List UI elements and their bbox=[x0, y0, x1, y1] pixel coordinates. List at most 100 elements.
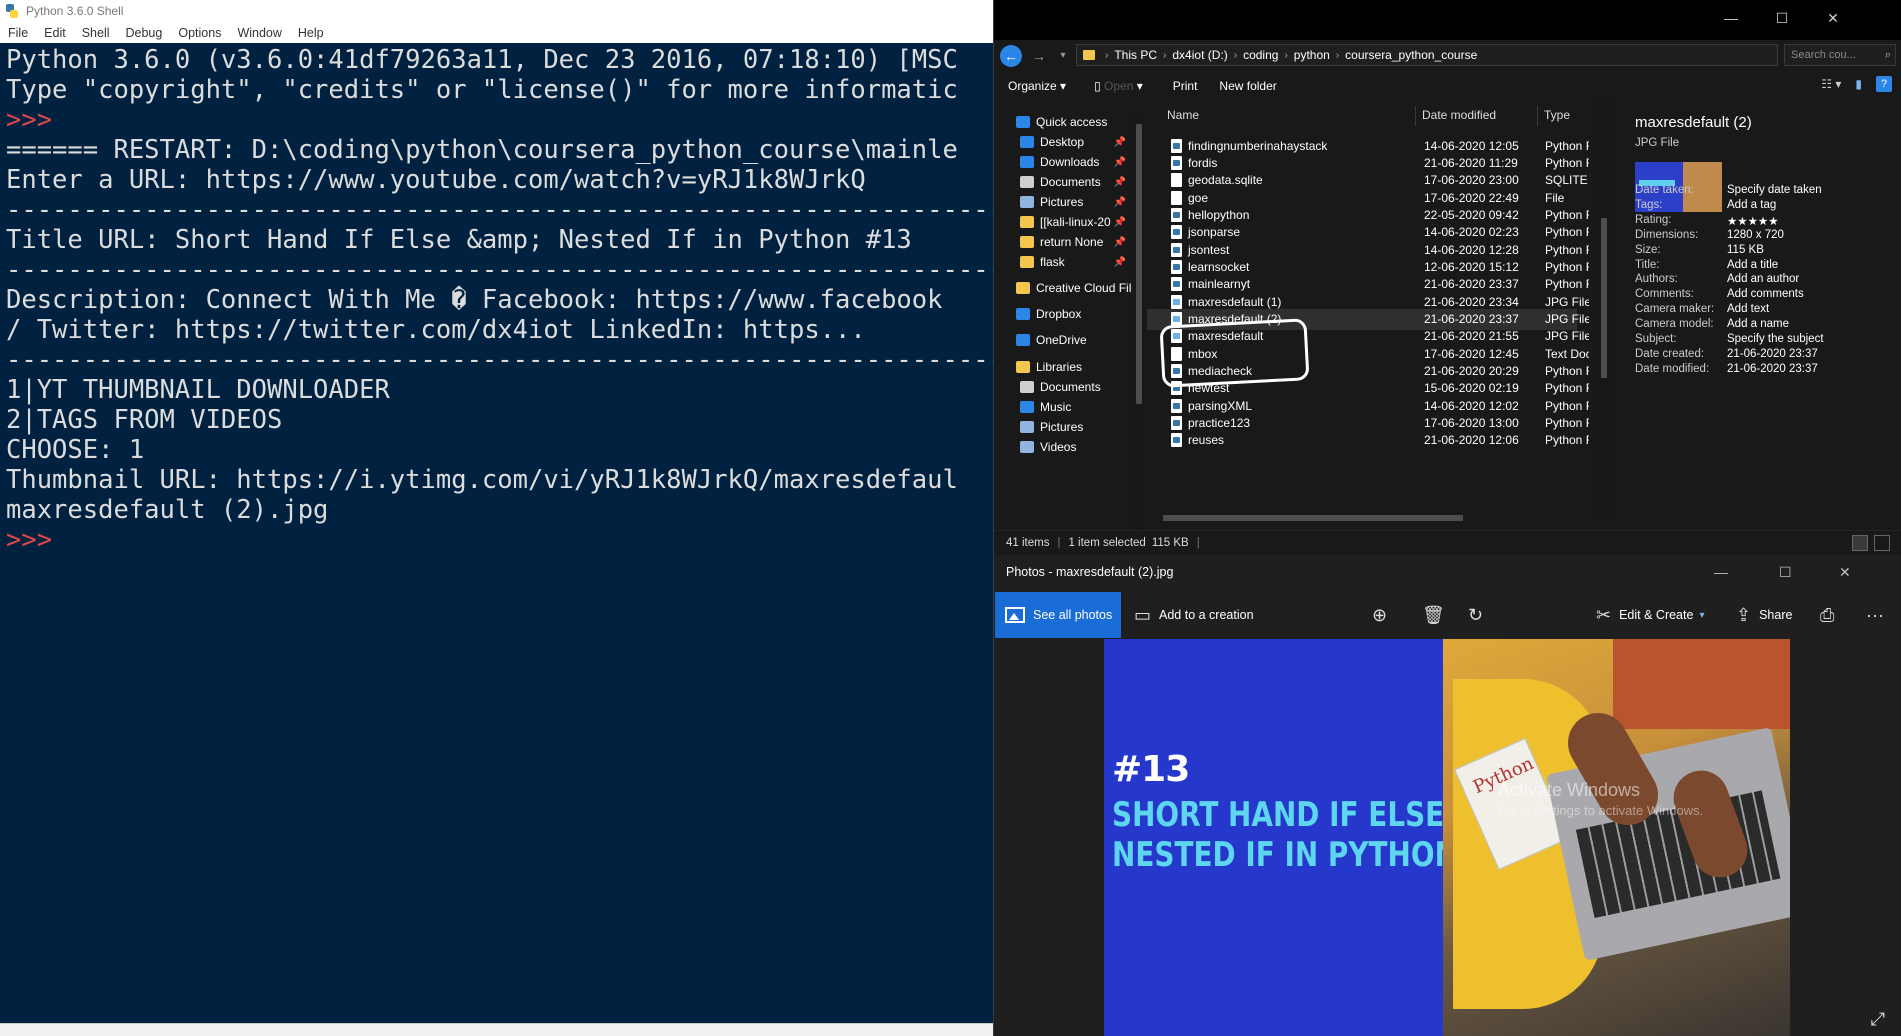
nav-item-creative-cloud-file[interactable]: Creative Cloud File bbox=[994, 278, 1132, 298]
nav-item-quick-access[interactable]: Quick access bbox=[994, 112, 1132, 132]
file-row[interactable]: reuses 21-06-2020 12:06 Python F bbox=[1147, 430, 1589, 451]
documents-icon bbox=[1020, 381, 1034, 393]
view-options-icon[interactable]: ☷ ▾ bbox=[1821, 77, 1841, 91]
property-value[interactable]: 21-06-2020 23:37 bbox=[1727, 348, 1818, 363]
file-list-horizontal-scrollbar[interactable] bbox=[1151, 512, 1591, 524]
help-icon[interactable]: ? bbox=[1876, 76, 1892, 92]
property-value[interactable]: Specify the subject bbox=[1727, 333, 1824, 348]
nav-item-onedrive[interactable]: OneDrive bbox=[994, 330, 1132, 350]
nav-item-label: Documents bbox=[1040, 380, 1101, 394]
nav-item-videos[interactable]: Videos bbox=[994, 437, 1132, 457]
add-to-creation-button[interactable]: ▭ Add to a creation bbox=[1134, 592, 1254, 638]
property-value[interactable]: Add a tag bbox=[1727, 199, 1776, 214]
minimize-button[interactable]: — bbox=[1708, 10, 1754, 30]
file-list-scrollbar[interactable] bbox=[1598, 102, 1610, 520]
videos-icon bbox=[1020, 441, 1034, 453]
breadcrumb-coding[interactable]: coding bbox=[1243, 48, 1278, 62]
file-date: 21-06-2020 21:55 bbox=[1424, 329, 1519, 344]
navigation-scrollbar[interactable] bbox=[1134, 112, 1144, 530]
search-input[interactable]: Search cou... ⌕ bbox=[1784, 44, 1896, 66]
details-pane: maxresdefault (2) JPG File Date taken: Sp… bbox=[1620, 100, 1901, 530]
nav-item-flask[interactable]: flask 📌 bbox=[994, 252, 1132, 272]
nav-item-kali-linux-20[interactable]: [[kali-linux-20 📌 bbox=[994, 212, 1132, 232]
selection-size: 115 KB bbox=[1151, 537, 1189, 549]
close-button[interactable]: ✕ bbox=[1810, 10, 1856, 30]
property-value[interactable]: Add comments bbox=[1727, 288, 1804, 303]
breadcrumb-python[interactable]: python bbox=[1294, 48, 1330, 62]
preview-pane-icon[interactable]: ▮ bbox=[1855, 77, 1862, 91]
rotate-button[interactable]: ↻ bbox=[1468, 592, 1491, 638]
pictures-icon bbox=[1020, 421, 1034, 433]
file-type: JPG File bbox=[1545, 312, 1589, 326]
property-value[interactable]: Add an author bbox=[1727, 273, 1799, 288]
back-arrow-icon[interactable]: ← bbox=[1000, 45, 1022, 67]
file-icon: ▯ bbox=[1094, 79, 1101, 93]
column-type[interactable]: Type bbox=[1544, 108, 1570, 122]
column-date-modified[interactable]: Date modified bbox=[1422, 108, 1496, 122]
menu-help[interactable]: Help bbox=[290, 26, 332, 40]
close-button[interactable]: ✕ bbox=[1839, 555, 1851, 589]
property-row: Date created: 21-06-2020 23:37 bbox=[1635, 348, 1901, 363]
idle-titlebar: Python 3.6.0 Shell bbox=[0, 0, 994, 22]
share-button[interactable]: ⇪ Share bbox=[1736, 592, 1792, 638]
photo-viewer-image[interactable]: #13 SHORT HAND IF ELSE & NESTED IF IN PY… bbox=[1104, 639, 1790, 1036]
shell-output-line: Title URL: Short Hand If Else &amp; Nest… bbox=[6, 225, 912, 255]
breadcrumb-course[interactable]: coursera_python_course bbox=[1345, 48, 1477, 62]
breadcrumb-drive[interactable]: dx4iot (D:) bbox=[1172, 48, 1227, 62]
see-all-photos-button[interactable]: See all photos bbox=[995, 592, 1121, 638]
property-value[interactable]: 115 KB bbox=[1727, 244, 1764, 259]
menu-shell[interactable]: Shell bbox=[74, 26, 118, 40]
maximize-button[interactable]: ☐ bbox=[1779, 555, 1792, 589]
menu-window[interactable]: Window bbox=[229, 26, 289, 40]
breadcrumb-this-pc[interactable]: This PC bbox=[1114, 48, 1157, 62]
more-button[interactable]: ··· bbox=[1866, 592, 1892, 638]
menu-debug[interactable]: Debug bbox=[118, 26, 171, 40]
breadcrumb[interactable]: › This PC › dx4iot (D:) › coding › pytho… bbox=[1076, 44, 1778, 66]
menu-options[interactable]: Options bbox=[170, 26, 229, 40]
property-value[interactable]: Specify date taken bbox=[1727, 184, 1822, 199]
nav-item-libraries[interactable]: Libraries bbox=[994, 357, 1132, 377]
edit-create-button[interactable]: ✂ Edit & Create ▾ bbox=[1596, 592, 1704, 638]
delete-button[interactable]: 🗑 bbox=[1422, 592, 1453, 638]
nav-item-dropbox[interactable]: Dropbox bbox=[994, 304, 1132, 324]
property-value[interactable]: Add a name bbox=[1727, 318, 1789, 333]
nav-item-downloads[interactable]: Downloads 📌 bbox=[994, 152, 1132, 172]
idle-window-title: Python 3.6.0 Shell bbox=[26, 4, 124, 18]
new-folder-button[interactable]: New folder bbox=[1219, 79, 1276, 93]
details-file-type: JPG File bbox=[1635, 137, 1680, 149]
large-icons-view-icon[interactable] bbox=[1874, 535, 1890, 551]
shell-output[interactable]: Python 3.6.0 (v3.6.0:41df79263a11, Dec 2… bbox=[0, 43, 994, 1023]
organize-button[interactable]: Organize ▾ bbox=[1008, 79, 1066, 93]
property-value[interactable]: 1280 x 720 bbox=[1727, 229, 1784, 244]
file-explorer-window: — ☐ ✕ ← → ▾ › This PC › dx4iot (D:) › co… bbox=[993, 0, 1901, 555]
print-button[interactable]: Print bbox=[1173, 79, 1198, 93]
menu-file[interactable]: File bbox=[0, 26, 36, 40]
nav-item-return-none[interactable]: return None 📌 bbox=[994, 232, 1132, 252]
file-date: 21-06-2020 12:06 bbox=[1424, 433, 1519, 448]
trash-icon: 🗑 bbox=[1422, 604, 1445, 625]
nav-item-pictures[interactable]: Pictures bbox=[994, 417, 1132, 437]
details-view-icon[interactable] bbox=[1852, 535, 1868, 551]
nav-item-documents[interactable]: Documents 📌 bbox=[994, 172, 1132, 192]
recent-locations-chevron-icon[interactable]: ▾ bbox=[1052, 45, 1074, 67]
nav-item-desktop[interactable]: Desktop 📌 bbox=[994, 132, 1132, 152]
fullscreen-expand-icon[interactable]: ⤢ bbox=[1871, 1009, 1885, 1030]
print-icon: ⎙ bbox=[1820, 604, 1835, 625]
pin-icon: 📌 bbox=[1113, 256, 1126, 268]
file-date: 21-06-2020 23:37 bbox=[1424, 312, 1519, 326]
print-button[interactable]: ⎙ bbox=[1820, 592, 1842, 638]
nav-item-pictures[interactable]: Pictures 📌 bbox=[994, 192, 1132, 212]
property-value[interactable]: Add a title bbox=[1727, 259, 1778, 274]
property-value[interactable]: 21-06-2020 23:37 bbox=[1727, 363, 1818, 378]
column-name[interactable]: Name bbox=[1167, 108, 1199, 122]
property-value[interactable]: ★★★★★ bbox=[1727, 214, 1779, 229]
property-value[interactable]: Add text bbox=[1727, 303, 1769, 318]
minimize-button[interactable]: — bbox=[1714, 555, 1728, 589]
forward-arrow-icon[interactable]: → bbox=[1028, 45, 1050, 67]
open-button[interactable]: ▯ Open ▾ bbox=[1094, 79, 1143, 93]
maximize-button[interactable]: ☐ bbox=[1759, 10, 1805, 30]
nav-item-documents[interactable]: Documents bbox=[994, 377, 1132, 397]
nav-item-music[interactable]: Music bbox=[994, 397, 1132, 417]
zoom-button[interactable]: ⊕ bbox=[1372, 592, 1395, 638]
menu-edit[interactable]: Edit bbox=[36, 26, 74, 40]
